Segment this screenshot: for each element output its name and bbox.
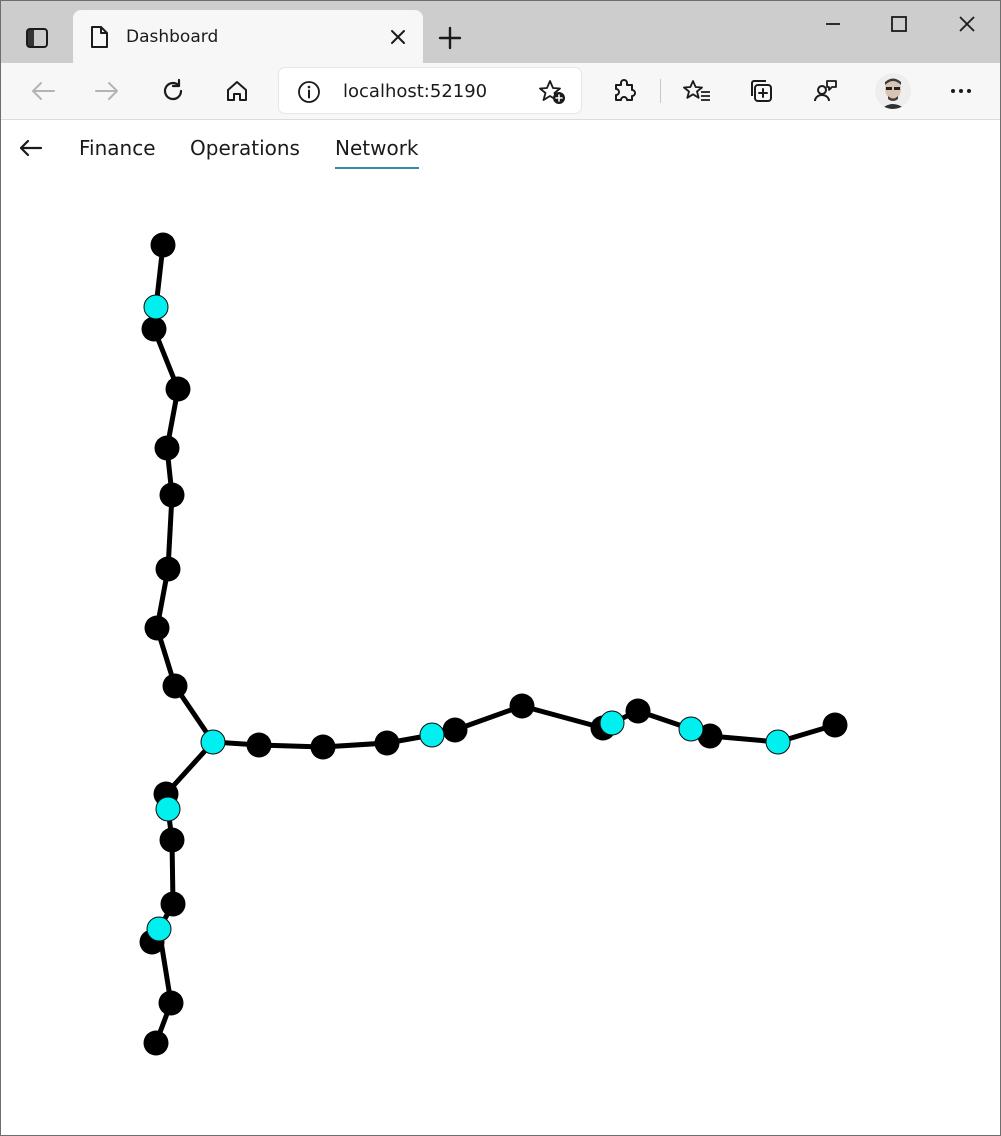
network-edge (519, 703, 606, 731)
network-node[interactable] (160, 891, 186, 917)
network-node[interactable] (374, 730, 400, 756)
network-node-highlighted[interactable] (419, 722, 445, 748)
network-node-highlighted[interactable] (146, 916, 172, 942)
network-node-highlighted[interactable] (678, 716, 704, 742)
network-node[interactable] (154, 435, 180, 461)
network-node[interactable] (155, 556, 181, 582)
network-node[interactable] (158, 990, 184, 1016)
network-node-highlighted[interactable] (200, 729, 226, 755)
browser-window: Dashboard localhost:52190 Finance Operat… (0, 0, 1001, 1136)
network-graph (139, 232, 848, 1056)
network-node[interactable] (442, 717, 468, 743)
network-node[interactable] (625, 698, 651, 724)
network-node-highlighted[interactable] (143, 294, 169, 320)
network-node[interactable] (150, 232, 176, 258)
network-node[interactable] (246, 732, 272, 758)
network-node[interactable] (143, 1030, 169, 1056)
network-node[interactable] (159, 482, 185, 508)
network-node[interactable] (162, 673, 188, 699)
network-node[interactable] (509, 693, 535, 719)
network-node-highlighted[interactable] (765, 729, 791, 755)
network-node[interactable] (144, 615, 170, 641)
network-node[interactable] (822, 712, 848, 738)
network-node-highlighted[interactable] (155, 796, 181, 822)
network-node[interactable] (141, 316, 167, 342)
network-node-highlighted[interactable] (599, 710, 625, 736)
network-node[interactable] (310, 734, 336, 760)
network-node[interactable] (159, 827, 185, 853)
network-node[interactable] (165, 376, 191, 402)
